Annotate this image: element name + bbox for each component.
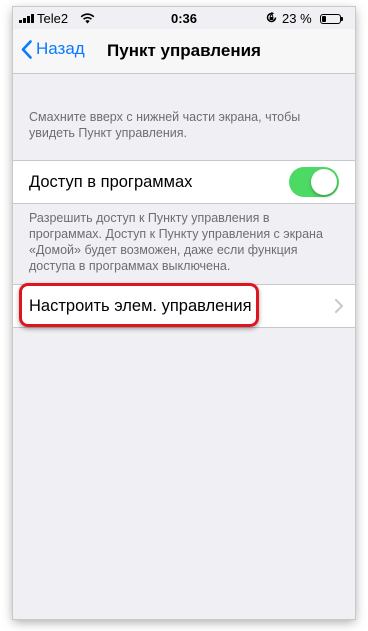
access-description-text: Разрешить доступ к Пункту управления в п… (29, 211, 323, 273)
customize-controls-label: Настроить элем. управления (29, 297, 252, 315)
access-in-apps-toggle[interactable] (289, 167, 339, 197)
battery-percent: 23 % (282, 11, 312, 26)
access-in-apps-label: Доступ в программах (29, 173, 193, 191)
page-title: Пункт управления (107, 41, 261, 60)
toggle-knob (311, 169, 337, 195)
swipe-hint-text: Смахните вверх с нижней части экрана, чт… (29, 110, 301, 140)
chevron-right-icon (335, 299, 343, 318)
battery-icon (320, 14, 343, 24)
orientation-lock-icon (265, 11, 278, 27)
customize-controls-row[interactable]: Настроить элем. управления (13, 284, 355, 328)
navigation-bar: Назад Пункт управления (13, 29, 355, 74)
phone-screen: Tele2 0:36 23 % Назад Пункт управления С… (13, 7, 355, 619)
status-bar: Tele2 0:36 23 % (13, 7, 355, 29)
access-in-apps-row: Доступ в программах (13, 160, 355, 204)
